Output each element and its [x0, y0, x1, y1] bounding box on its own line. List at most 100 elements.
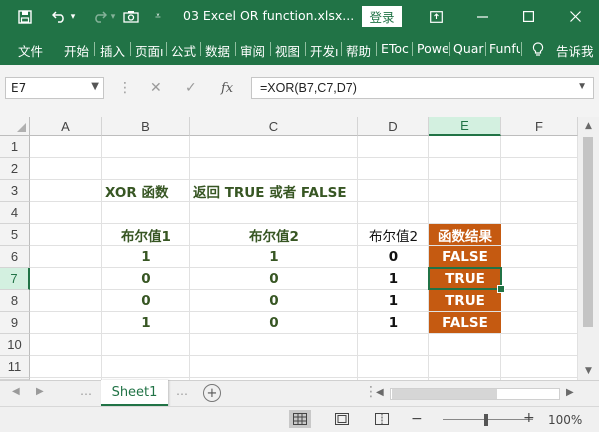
sheet-nav-next-icon[interactable]: ▶ [36, 386, 44, 397]
cell-b7[interactable]: 0 [102, 268, 190, 289]
select-all-button[interactable] [0, 117, 30, 136]
cell-e5[interactable]: 函数结果 [429, 224, 501, 245]
tab-formulas[interactable]: 公式 [171, 41, 196, 60]
row-header-11[interactable]: 11 [0, 356, 30, 378]
cell-c3[interactable]: 返回 TRUE 或者 FALSE [190, 180, 358, 201]
cell-d5[interactable]: 布尔值2 [358, 224, 429, 245]
insert-function-icon[interactable]: fx [221, 77, 233, 99]
sheet-nav-more-icon[interactable]: … [80, 384, 92, 398]
add-sheet-icon[interactable]: + [203, 384, 221, 402]
camera-icon[interactable] [120, 0, 142, 33]
tab-funfun[interactable]: Funfu [489, 41, 520, 56]
row-header-10[interactable]: 10 [0, 334, 30, 356]
row-header-4[interactable]: 4 [0, 202, 30, 224]
chevron-down-icon[interactable]: ▼ [91, 81, 99, 92]
vertical-scroll-thumb[interactable] [583, 137, 593, 327]
row-header-3[interactable]: 3 [0, 180, 30, 202]
cell-e9[interactable]: FALSE [429, 312, 501, 333]
fill-handle[interactable] [497, 285, 505, 293]
sheet-tab-sheet1[interactable]: Sheet1 [101, 380, 168, 407]
row-header-9[interactable]: 9 [0, 312, 30, 334]
tab-insert[interactable]: 插入 [100, 41, 125, 60]
column-header-a[interactable]: A [30, 117, 102, 136]
cell-d9[interactable]: 1 [358, 312, 429, 333]
cell-b9[interactable]: 1 [102, 312, 190, 333]
undo-dropdown-icon[interactable]: ▾ [68, 0, 78, 33]
cell-e6[interactable]: FALSE [429, 246, 501, 267]
close-icon[interactable] [563, 0, 587, 33]
tab-page-layout[interactable]: 页面ı [135, 41, 166, 60]
cell-d7[interactable]: 1 [358, 268, 429, 289]
column-header-e[interactable]: E [429, 117, 501, 136]
row-header-2[interactable]: 2 [0, 158, 30, 180]
cell-e8[interactable]: TRUE [429, 290, 501, 311]
cell-d6[interactable]: 0 [358, 246, 429, 267]
cell-d8[interactable]: 1 [358, 290, 429, 311]
worksheet-grid[interactable]: A B C D E F 1 2 3 4 5 6 7 8 9 10 11 12 X… [0, 117, 599, 380]
scroll-down-icon[interactable]: ▼ [578, 362, 599, 380]
cell-b5[interactable]: 布尔值1 [102, 224, 190, 245]
row-header-6[interactable]: 6 [0, 246, 30, 268]
row-header-7[interactable]: 7 [0, 268, 30, 290]
scroll-left-icon[interactable]: ◀ [376, 387, 384, 398]
column-header-f[interactable]: F [501, 117, 578, 136]
row-header-8[interactable]: 8 [0, 290, 30, 312]
customize-qat-icon[interactable]: ⩡ [150, 0, 166, 33]
save-icon[interactable] [14, 0, 36, 33]
zoom-slider[interactable] [443, 419, 533, 420]
vertical-scrollbar[interactable]: ▲ ▼ [578, 117, 599, 380]
sheet-nav-more-right-icon[interactable]: … [176, 384, 188, 398]
horizontal-scroll-thumb[interactable] [392, 389, 497, 399]
horizontal-scrollbar[interactable]: ◀ ▶ [376, 387, 576, 401]
tab-data[interactable]: 数据 [205, 41, 230, 60]
tab-review[interactable]: 审阅 [240, 41, 265, 60]
maximize-icon[interactable] [516, 0, 540, 33]
tab-help[interactable]: 帮助 [346, 41, 371, 60]
ribbon-display-icon[interactable] [426, 0, 446, 33]
row-header-1[interactable]: 1 [0, 136, 30, 158]
sheet-nav-prev-icon[interactable]: ◀ [12, 386, 20, 397]
tab-quar[interactable]: Quar [453, 41, 484, 56]
tab-file[interactable]: 文件 [18, 41, 43, 60]
lightbulb-icon[interactable] [530, 33, 546, 65]
redo-dropdown-icon[interactable]: ▾ [108, 0, 118, 33]
column-header-d[interactable]: D [358, 117, 429, 136]
scroll-up-icon[interactable]: ▲ [578, 117, 599, 135]
cell-c6[interactable]: 1 [190, 246, 358, 267]
tell-me-search[interactable]: 告诉我 [556, 41, 599, 60]
cell-c7[interactable]: 0 [190, 268, 358, 289]
name-box[interactable]: E7 ▼ [5, 77, 104, 99]
undo-icon[interactable] [48, 0, 70, 33]
cell-c9[interactable]: 0 [190, 312, 358, 333]
scroll-right-icon[interactable]: ▶ [566, 387, 574, 398]
column-header-b[interactable]: B [102, 117, 190, 136]
redo-icon[interactable] [88, 0, 110, 33]
row-header-5[interactable]: 5 [0, 224, 30, 246]
zoom-out-icon[interactable]: − [411, 411, 423, 427]
tab-view[interactable]: 视图 [275, 41, 300, 60]
zoom-level[interactable]: 100% [548, 413, 582, 427]
cancel-icon[interactable]: ✕ [150, 77, 162, 99]
zoom-in-icon[interactable]: + [523, 410, 535, 426]
vertical-dots-icon: ⋮ [118, 80, 132, 96]
zoom-slider-thumb[interactable] [484, 414, 488, 426]
tab-home[interactable]: 开始 [64, 41, 89, 60]
title-bar: ▾ ▾ ⩡ 03 Excel OR function.xlsx... 登录 [0, 0, 599, 33]
cell-b8[interactable]: 0 [102, 290, 190, 311]
expand-formula-icon[interactable]: ▼ [577, 81, 587, 92]
tab-developer[interactable]: 开发ı [310, 41, 341, 60]
tab-etools[interactable]: EToс [381, 41, 411, 56]
login-button[interactable]: 登录 [362, 6, 402, 27]
enter-check-icon[interactable]: ✓ [185, 77, 197, 99]
cell-b6[interactable]: 1 [102, 246, 190, 267]
cell-c5[interactable]: 布尔值2 [190, 224, 358, 245]
tab-power[interactable]: Powе [417, 41, 448, 56]
normal-view-icon[interactable] [289, 410, 311, 428]
formula-input[interactable]: =XOR(B7,C7,D7) ▼ [251, 77, 594, 99]
page-break-view-icon[interactable] [371, 410, 393, 428]
cell-b3[interactable]: XOR 函数 [102, 180, 190, 201]
cell-c8[interactable]: 0 [190, 290, 358, 311]
column-header-c[interactable]: C [190, 117, 358, 136]
minimize-icon[interactable] [470, 0, 494, 33]
page-layout-view-icon[interactable] [331, 410, 353, 428]
